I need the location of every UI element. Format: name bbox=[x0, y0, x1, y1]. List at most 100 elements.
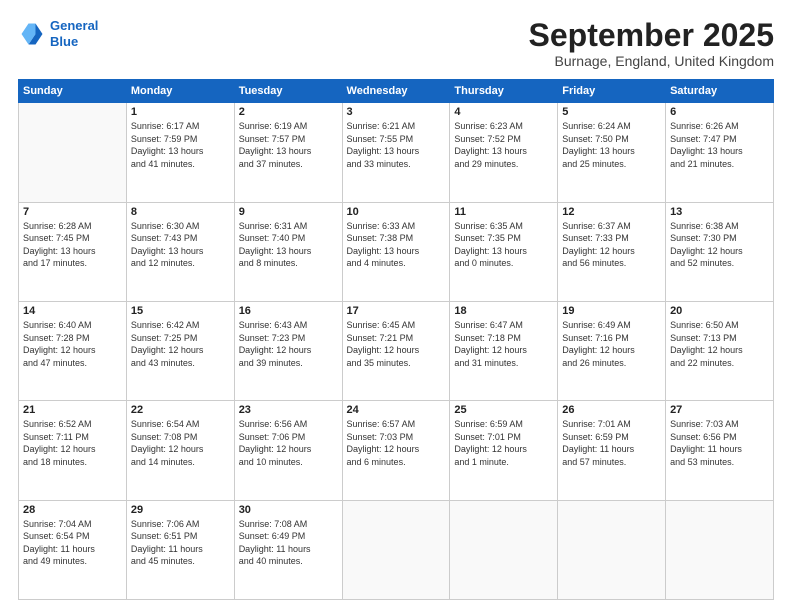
day-number: 9 bbox=[239, 206, 338, 218]
day-info: Sunrise: 6:31 AM Sunset: 7:40 PM Dayligh… bbox=[239, 220, 338, 270]
weekday-header: Sunday bbox=[19, 80, 127, 103]
weekday-header: Monday bbox=[126, 80, 234, 103]
day-number: 30 bbox=[239, 504, 338, 516]
calendar-cell: 8 Sunrise: 6:30 AM Sunset: 7:43 PM Daylig… bbox=[126, 202, 234, 301]
calendar-cell: 19 Sunrise: 6:49 AM Sunset: 7:16 PM Dayli… bbox=[558, 301, 666, 400]
calendar-cell bbox=[666, 500, 774, 599]
location: Burnage, England, United Kingdom bbox=[529, 53, 774, 69]
day-number: 21 bbox=[23, 404, 122, 416]
day-info: Sunrise: 6:33 AM Sunset: 7:38 PM Dayligh… bbox=[347, 220, 446, 270]
day-info: Sunrise: 7:01 AM Sunset: 6:59 PM Dayligh… bbox=[562, 418, 661, 468]
day-info: Sunrise: 6:28 AM Sunset: 7:45 PM Dayligh… bbox=[23, 220, 122, 270]
calendar-cell: 21 Sunrise: 6:52 AM Sunset: 7:11 PM Dayli… bbox=[19, 401, 127, 500]
calendar-cell bbox=[19, 103, 127, 202]
day-number: 16 bbox=[239, 305, 338, 317]
header: General Blue September 2025 Burnage, Eng… bbox=[18, 18, 774, 69]
day-number: 3 bbox=[347, 106, 446, 118]
calendar-cell: 3 Sunrise: 6:21 AM Sunset: 7:55 PM Daylig… bbox=[342, 103, 450, 202]
day-number: 17 bbox=[347, 305, 446, 317]
calendar-cell: 11 Sunrise: 6:35 AM Sunset: 7:35 PM Dayli… bbox=[450, 202, 558, 301]
calendar-cell: 26Sunrise: 7:01 AM Sunset: 6:59 PM Dayli… bbox=[558, 401, 666, 500]
calendar-cell: 30 Sunrise: 7:08 AM Sunset: 6:49 PM Dayli… bbox=[234, 500, 342, 599]
day-info: Sunrise: 6:52 AM Sunset: 7:11 PM Dayligh… bbox=[23, 418, 122, 468]
day-info: Sunrise: 6:35 AM Sunset: 7:35 PM Dayligh… bbox=[454, 220, 553, 270]
day-number: 15 bbox=[131, 305, 230, 317]
day-number: 6 bbox=[670, 106, 769, 118]
day-info: Sunrise: 6:42 AM Sunset: 7:25 PM Dayligh… bbox=[131, 319, 230, 369]
day-info: Sunrise: 6:40 AM Sunset: 7:28 PM Dayligh… bbox=[23, 319, 122, 369]
calendar-cell: 17 Sunrise: 6:45 AM Sunset: 7:21 PM Dayli… bbox=[342, 301, 450, 400]
weekday-header: Friday bbox=[558, 80, 666, 103]
calendar-cell: 25 Sunrise: 6:59 AM Sunset: 7:01 PM Dayli… bbox=[450, 401, 558, 500]
day-info: Sunrise: 6:21 AM Sunset: 7:55 PM Dayligh… bbox=[347, 120, 446, 170]
day-info: Sunrise: 6:56 AM Sunset: 7:06 PM Dayligh… bbox=[239, 418, 338, 468]
day-number: 11 bbox=[454, 206, 553, 218]
calendar-cell: 5 Sunrise: 6:24 AM Sunset: 7:50 PM Daylig… bbox=[558, 103, 666, 202]
calendar-cell: 29 Sunrise: 7:06 AM Sunset: 6:51 PM Dayli… bbox=[126, 500, 234, 599]
calendar-cell: 13 Sunrise: 6:38 AM Sunset: 7:30 PM Dayli… bbox=[666, 202, 774, 301]
day-info: Sunrise: 6:38 AM Sunset: 7:30 PM Dayligh… bbox=[670, 220, 769, 270]
calendar-cell: 7 Sunrise: 6:28 AM Sunset: 7:45 PM Daylig… bbox=[19, 202, 127, 301]
day-number: 27 bbox=[670, 404, 769, 416]
calendar-cell bbox=[450, 500, 558, 599]
day-number: 10 bbox=[347, 206, 446, 218]
calendar-cell: 22Sunrise: 6:54 AM Sunset: 7:08 PM Dayli… bbox=[126, 401, 234, 500]
calendar-cell: 14 Sunrise: 6:40 AM Sunset: 7:28 PM Dayli… bbox=[19, 301, 127, 400]
day-info: Sunrise: 6:24 AM Sunset: 7:50 PM Dayligh… bbox=[562, 120, 661, 170]
logo-line1: General bbox=[50, 18, 98, 33]
day-number: 24 bbox=[347, 404, 446, 416]
weekday-header: Tuesday bbox=[234, 80, 342, 103]
day-info: Sunrise: 6:37 AM Sunset: 7:33 PM Dayligh… bbox=[562, 220, 661, 270]
day-info: Sunrise: 6:50 AM Sunset: 7:13 PM Dayligh… bbox=[670, 319, 769, 369]
day-info: Sunrise: 6:47 AM Sunset: 7:18 PM Dayligh… bbox=[454, 319, 553, 369]
day-number: 25 bbox=[454, 404, 553, 416]
day-number: 18 bbox=[454, 305, 553, 317]
day-number: 29 bbox=[131, 504, 230, 516]
day-info: Sunrise: 7:08 AM Sunset: 6:49 PM Dayligh… bbox=[239, 518, 338, 568]
day-number: 2 bbox=[239, 106, 338, 118]
day-number: 22 bbox=[131, 404, 230, 416]
weekday-header: Thursday bbox=[450, 80, 558, 103]
calendar-cell: 23 Sunrise: 6:56 AM Sunset: 7:06 PM Dayli… bbox=[234, 401, 342, 500]
day-info: Sunrise: 6:57 AM Sunset: 7:03 PM Dayligh… bbox=[347, 418, 446, 468]
title-area: September 2025 Burnage, England, United … bbox=[529, 18, 774, 69]
day-number: 7 bbox=[23, 206, 122, 218]
calendar-cell: 2 Sunrise: 6:19 AM Sunset: 7:57 PM Daylig… bbox=[234, 103, 342, 202]
day-info: Sunrise: 6:17 AM Sunset: 7:59 PM Dayligh… bbox=[131, 120, 230, 170]
calendar-cell: 24 Sunrise: 6:57 AM Sunset: 7:03 PM Dayli… bbox=[342, 401, 450, 500]
calendar-cell: 9 Sunrise: 6:31 AM Sunset: 7:40 PM Daylig… bbox=[234, 202, 342, 301]
month-title: September 2025 bbox=[529, 18, 774, 53]
day-info: Sunrise: 7:04 AM Sunset: 6:54 PM Dayligh… bbox=[23, 518, 122, 568]
calendar-cell: 20 Sunrise: 6:50 AM Sunset: 7:13 PM Dayli… bbox=[666, 301, 774, 400]
calendar-cell bbox=[342, 500, 450, 599]
calendar-cell bbox=[558, 500, 666, 599]
logo: General Blue bbox=[18, 18, 98, 49]
day-info: Sunrise: 6:45 AM Sunset: 7:21 PM Dayligh… bbox=[347, 319, 446, 369]
day-info: Sunrise: 6:19 AM Sunset: 7:57 PM Dayligh… bbox=[239, 120, 338, 170]
day-info: Sunrise: 7:06 AM Sunset: 6:51 PM Dayligh… bbox=[131, 518, 230, 568]
calendar-cell: 10 Sunrise: 6:33 AM Sunset: 7:38 PM Dayli… bbox=[342, 202, 450, 301]
weekday-header: Saturday bbox=[666, 80, 774, 103]
logo-icon bbox=[18, 20, 46, 48]
day-number: 19 bbox=[562, 305, 661, 317]
day-number: 12 bbox=[562, 206, 661, 218]
day-info: Sunrise: 6:30 AM Sunset: 7:43 PM Dayligh… bbox=[131, 220, 230, 270]
calendar-cell: 6 Sunrise: 6:26 AM Sunset: 7:47 PM Daylig… bbox=[666, 103, 774, 202]
day-number: 20 bbox=[670, 305, 769, 317]
day-number: 4 bbox=[454, 106, 553, 118]
day-info: Sunrise: 6:49 AM Sunset: 7:16 PM Dayligh… bbox=[562, 319, 661, 369]
day-number: 14 bbox=[23, 305, 122, 317]
day-info: Sunrise: 6:23 AM Sunset: 7:52 PM Dayligh… bbox=[454, 120, 553, 170]
logo-text: General Blue bbox=[50, 18, 98, 49]
day-info: Sunrise: 6:59 AM Sunset: 7:01 PM Dayligh… bbox=[454, 418, 553, 468]
day-number: 8 bbox=[131, 206, 230, 218]
day-number: 5 bbox=[562, 106, 661, 118]
day-number: 13 bbox=[670, 206, 769, 218]
day-info: Sunrise: 6:43 AM Sunset: 7:23 PM Dayligh… bbox=[239, 319, 338, 369]
calendar-cell: 15 Sunrise: 6:42 AM Sunset: 7:25 PM Dayli… bbox=[126, 301, 234, 400]
day-number: 1 bbox=[131, 106, 230, 118]
calendar-cell: 28Sunrise: 7:04 AM Sunset: 6:54 PM Dayli… bbox=[19, 500, 127, 599]
page: General Blue September 2025 Burnage, Eng… bbox=[0, 0, 792, 612]
day-info: Sunrise: 6:26 AM Sunset: 7:47 PM Dayligh… bbox=[670, 120, 769, 170]
day-number: 23 bbox=[239, 404, 338, 416]
